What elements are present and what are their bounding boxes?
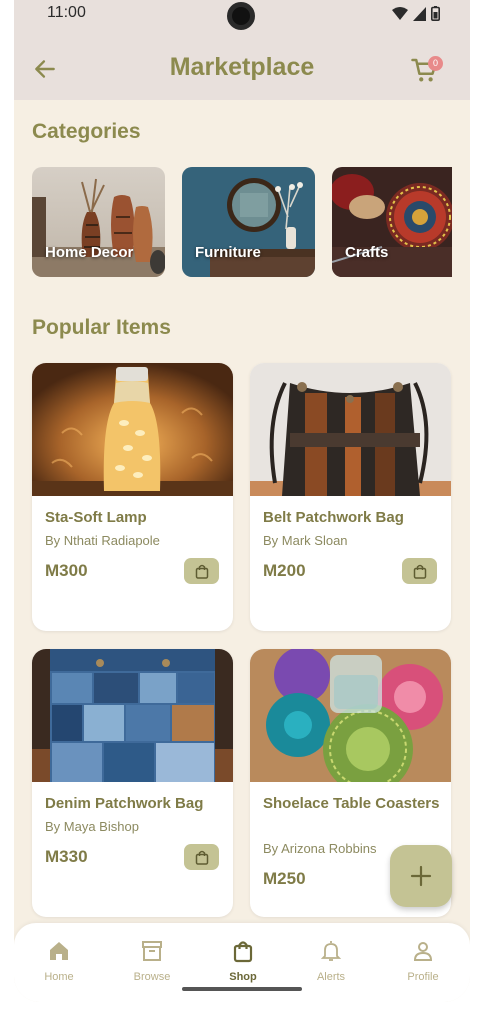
nav-label: Alerts: [316, 971, 346, 983]
nav-shop[interactable]: Shop: [208, 939, 278, 983]
item-card-denim-bag[interactable]: Denim Patchwork Bag By Maya Bishop M330: [32, 649, 233, 917]
denim-bag-image: [32, 649, 233, 782]
item-price: M250: [263, 869, 306, 888]
item-seller: By Nthati Radiapole: [45, 533, 160, 548]
phone-screen: 11:00 Marketplace 0 Categories Home Deco…: [14, 0, 470, 1002]
item-seller: By Arizona Robbins: [263, 841, 377, 856]
item-card-belt-bag[interactable]: Belt Patchwork Bag By Mark Sloan M200: [250, 363, 451, 631]
item-price: M330: [45, 847, 88, 866]
wifi-icon: [392, 6, 408, 20]
category-label: Home Decor: [45, 244, 134, 261]
item-seller: By Mark Sloan: [263, 533, 348, 548]
item-price: M200: [263, 561, 306, 580]
nav-label: Home: [44, 971, 74, 983]
app-bar: 11:00 Marketplace 0: [14, 0, 470, 100]
status-time: 11:00: [47, 4, 86, 21]
item-name: Denim Patchwork Bag: [45, 795, 204, 812]
home-indicator[interactable]: [182, 987, 302, 991]
add-to-bag-button[interactable]: [184, 844, 219, 870]
belt-bag-image: [250, 363, 451, 496]
add-item-button[interactable]: [390, 845, 452, 907]
add-to-bag-button[interactable]: [184, 558, 219, 584]
nav-profile[interactable]: Profile: [388, 939, 458, 983]
plus-icon: [410, 865, 432, 887]
shopping-bag-icon: [233, 941, 253, 963]
popular-heading: Popular Items: [32, 316, 171, 339]
page-title: Marketplace: [169, 53, 315, 81]
item-name: Sta-Soft Lamp: [45, 509, 147, 526]
person-icon: [413, 942, 433, 961]
bottom-navigation: Home Browse Shop Alerts Profile: [14, 923, 470, 1002]
nav-alerts[interactable]: Alerts: [296, 939, 366, 983]
item-card-lamp[interactable]: Sta-Soft Lamp By Nthati Radiapole M300: [32, 363, 233, 631]
battery-icon: [431, 6, 440, 21]
category-home-decor[interactable]: Home Decor: [32, 167, 165, 277]
bell-icon: [320, 941, 342, 961]
shopping-bag-icon: [195, 564, 208, 579]
nav-label: Profile: [407, 971, 439, 983]
nav-browse[interactable]: Browse: [117, 939, 187, 983]
nav-label: Shop: [229, 971, 257, 983]
lamp-image: [32, 363, 233, 496]
status-icons: [392, 6, 440, 21]
shopping-bag-icon: [413, 564, 426, 579]
category-label: Furniture: [195, 244, 261, 261]
item-seller: By Maya Bishop: [45, 819, 139, 834]
cart-badge: 0: [428, 56, 443, 71]
item-price: M300: [45, 561, 88, 580]
categories-heading: Categories: [32, 120, 141, 143]
archive-icon: [142, 941, 162, 961]
nav-home[interactable]: Home: [24, 939, 94, 983]
coasters-image: [250, 649, 451, 782]
status-bar: 11:00: [14, 0, 470, 30]
shopping-bag-icon: [195, 850, 208, 865]
add-to-bag-button[interactable]: [402, 558, 437, 584]
camera-cutout: [227, 2, 255, 30]
item-name: Shoelace Table Coasters: [263, 795, 440, 812]
category-furniture[interactable]: Furniture: [182, 167, 315, 277]
item-name: Belt Patchwork Bag: [263, 509, 404, 526]
signal-icon: [413, 6, 426, 21]
home-icon: [50, 942, 68, 960]
category-label: Crafts: [345, 244, 389, 261]
nav-label: Browse: [133, 971, 171, 983]
category-crafts[interactable]: Crafts: [332, 167, 452, 277]
